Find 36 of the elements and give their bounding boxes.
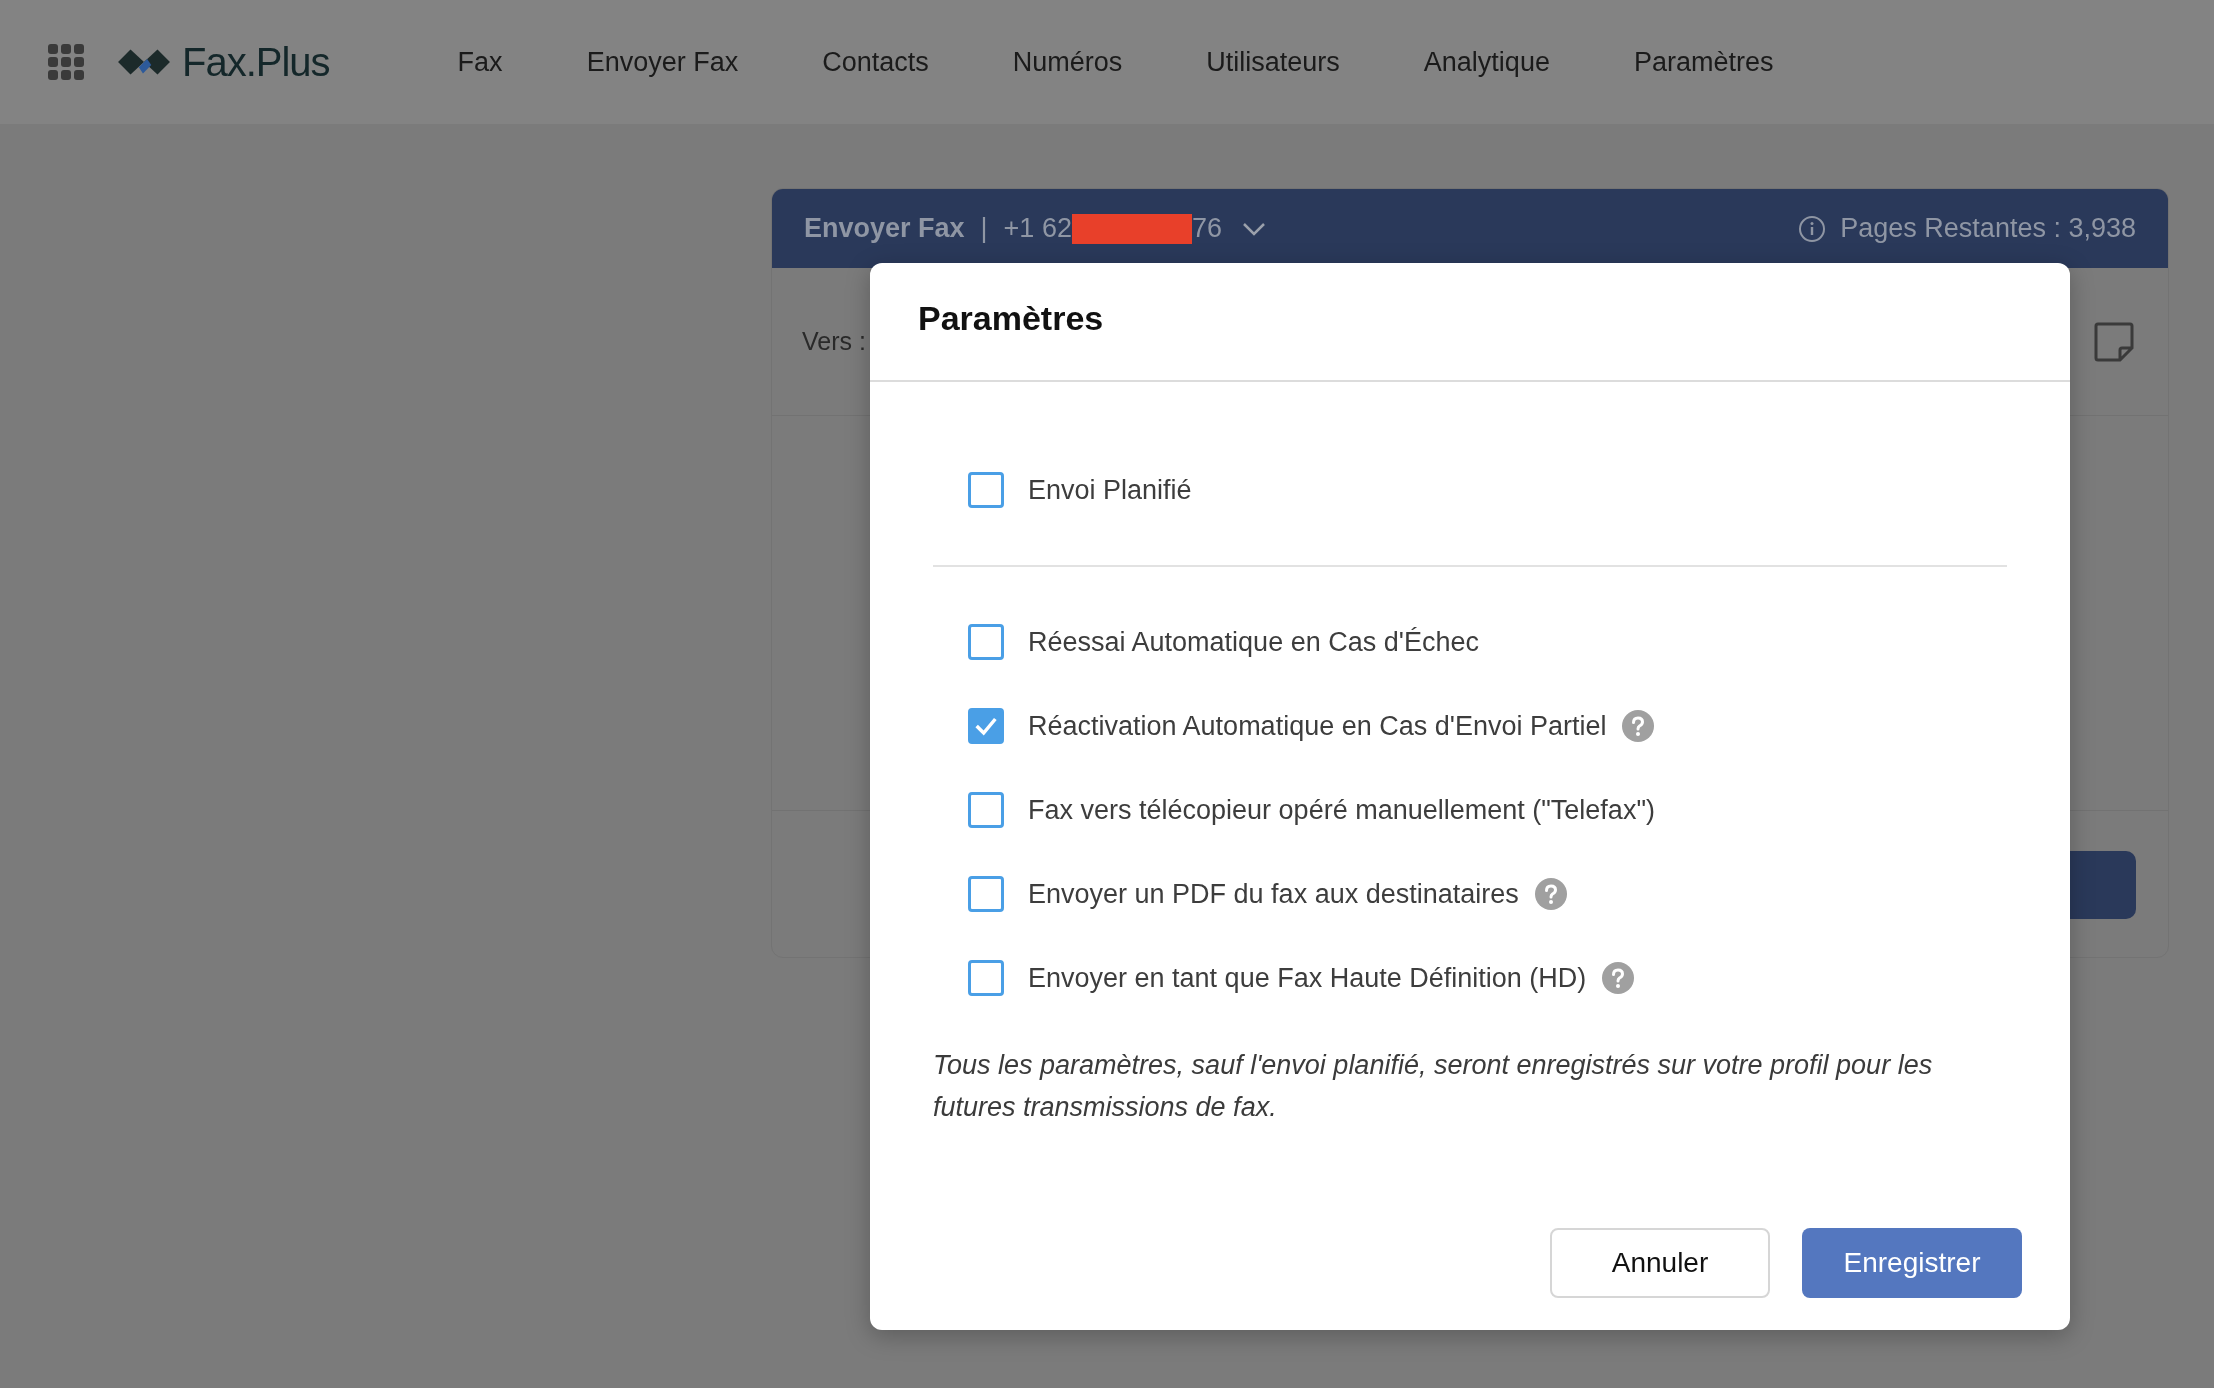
pages-remaining: Pages Restantes : 3,938 bbox=[1840, 213, 2136, 244]
nav-link[interactable]: Envoyer Fax bbox=[586, 46, 739, 78]
logo-text[interactable]: Fax.Plus bbox=[182, 39, 330, 85]
settings-note: Tous les paramètres, sauf l'envoi planifié, seront enregistrés sur votre profil pour les futures transmissions de fax. bbox=[933, 1049, 1934, 1124]
checkbox[interactable] bbox=[968, 472, 1004, 508]
checkbox[interactable] bbox=[968, 708, 1004, 744]
checkbox[interactable] bbox=[968, 792, 1004, 828]
checkbox[interactable] bbox=[968, 624, 1004, 660]
checkbox[interactable] bbox=[968, 960, 1004, 996]
help-icon[interactable] bbox=[1622, 710, 1655, 742]
info-icon bbox=[1798, 214, 1827, 243]
to-label: Vers : bbox=[802, 327, 866, 356]
nav-link[interactable]: Utilisateurs bbox=[1206, 46, 1340, 78]
option-label[interactable]: Envoyer en tant que Fax Haute Définition (HD) bbox=[1028, 962, 1587, 994]
apps-grid-icon[interactable] bbox=[48, 44, 84, 80]
nav-link[interactable]: Contacts bbox=[822, 46, 929, 78]
nav-link[interactable]: Fax bbox=[457, 46, 503, 78]
separator-text: | bbox=[980, 213, 988, 244]
checkbox[interactable] bbox=[968, 876, 1004, 912]
cancel-button[interactable]: Annuler bbox=[1550, 1228, 1770, 1298]
help-icon[interactable] bbox=[1534, 878, 1567, 910]
option-label[interactable]: Réactivation Automatique en Cas d'Envoi Partiel bbox=[1028, 710, 1607, 742]
card-title: Envoyer Fax bbox=[804, 213, 965, 244]
option-label[interactable]: Réessai Automatique en Cas d'Échec bbox=[1028, 626, 1479, 658]
dialog-title: Paramètres bbox=[870, 263, 2070, 382]
option-label[interactable]: Envoi Planifié bbox=[1028, 474, 1192, 506]
option-label[interactable]: Fax vers télécopieur opéré manuellement ("Telefax") bbox=[1028, 794, 1655, 826]
fax-number: +1 62 bbox=[1003, 213, 1072, 244]
nav-link[interactable]: Paramètres bbox=[1633, 46, 1774, 78]
chevron-down-icon[interactable] bbox=[1241, 221, 1266, 236]
fax-number: 76 bbox=[1191, 213, 1222, 244]
help-icon[interactable] bbox=[1602, 962, 1635, 994]
option-label[interactable]: Envoyer un PDF du fax aux destinataires bbox=[1028, 878, 1519, 910]
nav-link[interactable]: Analytique bbox=[1423, 46, 1550, 78]
nav-link[interactable]: Numéros bbox=[1012, 46, 1123, 78]
save-button[interactable]: Enregistrer bbox=[1802, 1228, 2022, 1298]
